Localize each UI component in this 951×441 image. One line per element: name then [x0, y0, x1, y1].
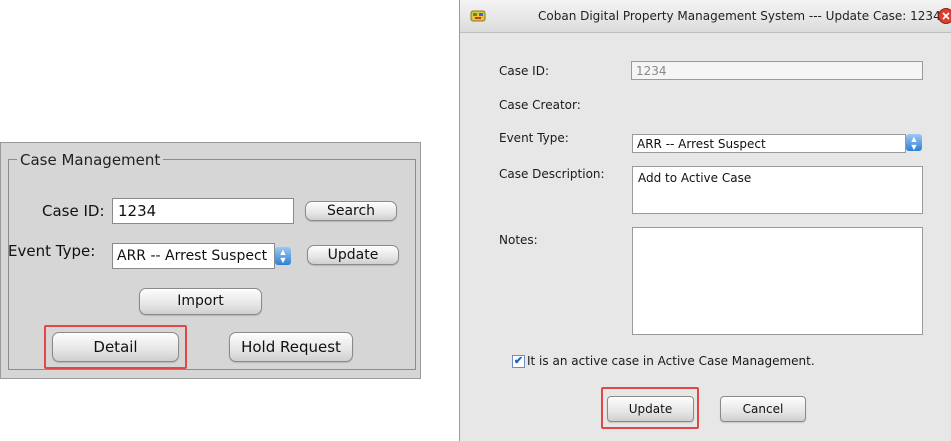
dialog-case-id-input: 1234: [631, 61, 923, 80]
dialog-cancel-button[interactable]: Cancel: [720, 396, 806, 422]
detail-button[interactable]: Detail: [52, 332, 179, 362]
update-case-dialog: Coban Digital Property Management System…: [459, 0, 951, 441]
dialog-titlebar[interactable]: Coban Digital Property Management System…: [460, 0, 951, 33]
dialog-case-id-value: 1234: [636, 64, 667, 78]
active-case-checkbox[interactable]: ✔: [512, 355, 525, 368]
dialog-event-type-select[interactable]: ARR -- Arrest Suspect: [632, 134, 906, 153]
case-management-group: Case Management Case ID: 1234 Search Eve…: [8, 151, 416, 370]
case-description-textarea[interactable]: Add to Active Case: [632, 166, 923, 214]
update-button[interactable]: Update: [307, 245, 399, 265]
event-type-select[interactable]: ARR -- Arrest Suspect: [112, 243, 275, 269]
case-creator-label: Case Creator:: [499, 98, 581, 112]
case-management-panel: Case Management Case ID: 1234 Search Eve…: [0, 142, 421, 379]
case-id-input[interactable]: 1234: [112, 198, 294, 224]
app-logo-icon: [470, 9, 486, 23]
notes-textarea[interactable]: [632, 227, 923, 335]
case-id-value: 1234: [118, 202, 157, 220]
dialog-event-type-label: Event Type:: [499, 131, 569, 145]
event-type-value: ARR -- Arrest Suspect: [117, 248, 268, 264]
dialog-update-button[interactable]: Update: [607, 396, 694, 422]
case-description-value: Add to Active Case: [638, 171, 752, 185]
updown-arrow-icon[interactable]: ▲ ▼: [906, 134, 922, 152]
dialog-case-id-label: Case ID:: [499, 64, 550, 78]
updown-arrow-icon[interactable]: ▲ ▼: [275, 247, 291, 265]
active-case-checkbox-label[interactable]: It is an active case in Active Case Mana…: [527, 354, 815, 368]
case-description-label: Case Description:: [499, 167, 605, 181]
case-management-legend: Case Management: [17, 151, 164, 169]
notes-label: Notes:: [499, 233, 538, 247]
event-type-label: Event Type:: [8, 242, 96, 260]
case-id-label: Case ID:: [42, 202, 105, 220]
import-button[interactable]: Import: [139, 288, 262, 315]
dialog-title: Coban Digital Property Management System…: [538, 9, 941, 23]
hold-request-button[interactable]: Hold Request: [229, 332, 353, 362]
dialog-event-type-value: ARR -- Arrest Suspect: [637, 137, 766, 151]
close-icon[interactable]: [938, 8, 951, 24]
search-button[interactable]: Search: [305, 201, 397, 221]
